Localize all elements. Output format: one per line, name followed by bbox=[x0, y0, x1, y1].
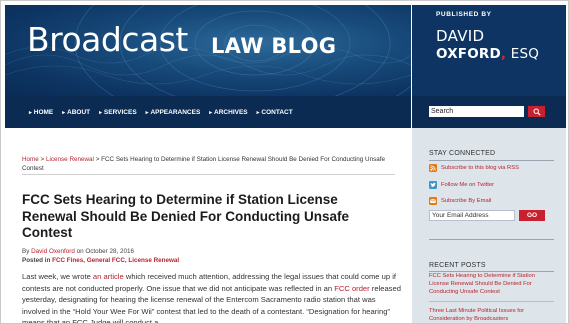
breadcrumb-separator: > bbox=[38, 156, 46, 163]
breadcrumb-home[interactable]: Home bbox=[22, 156, 39, 163]
author-panel: PUBLISHED BY DAVID OXFORD, ESQ bbox=[412, 5, 566, 96]
search-icon bbox=[533, 108, 541, 116]
twitter-follow-link[interactable]: Follow Me on Twitter bbox=[429, 181, 494, 189]
twitter-label: Follow Me on Twitter bbox=[441, 182, 495, 188]
recent-post-link[interactable]: FCC Sets Hearing to Determine if Station… bbox=[429, 273, 552, 296]
article-link[interactable]: an article bbox=[93, 272, 124, 281]
breadcrumb: Home > License Renewal > FCC Sets Hearin… bbox=[22, 156, 392, 173]
email-sub-label: Subscribe By Email bbox=[441, 198, 492, 204]
rss-icon bbox=[429, 164, 437, 172]
body-text: Last week, we wrote bbox=[22, 272, 93, 281]
sidebar-divider bbox=[429, 301, 554, 302]
main-nav: HOME ABOUT SERVICES APPEARANCES ARCHIVES… bbox=[5, 96, 411, 128]
site-banner[interactable]: Broadcast LAW BLOG bbox=[5, 5, 411, 96]
byline-prefix: By bbox=[22, 248, 32, 255]
published-by-label: PUBLISHED BY bbox=[436, 11, 492, 18]
posted-in-label: Posted in bbox=[22, 257, 53, 264]
search-button[interactable] bbox=[528, 106, 545, 117]
rss-subscribe-link[interactable]: Subscribe to this blog via RSS bbox=[429, 164, 519, 172]
email-field[interactable]: Your Email Address bbox=[429, 210, 515, 221]
nav-contact[interactable]: CONTACT bbox=[257, 109, 292, 116]
main-content: Home > License Renewal > FCC Sets Hearin… bbox=[5, 128, 411, 323]
post-body: Last week, we wrote an article which rec… bbox=[22, 271, 402, 323]
author-first-name: DAVID bbox=[436, 27, 485, 45]
logo-law-blog: LAW BLOG bbox=[211, 34, 337, 58]
recent-posts-heading: RECENT POSTS bbox=[429, 262, 486, 269]
nav-services[interactable]: SERVICES bbox=[99, 109, 137, 116]
sidebar: STAY CONNECTED Subscribe to this blog vi… bbox=[412, 128, 566, 323]
nav-about[interactable]: ABOUT bbox=[62, 109, 90, 116]
stay-connected-heading: STAY CONNECTED bbox=[429, 150, 496, 157]
nav-appearances[interactable]: APPEARANCES bbox=[146, 109, 200, 116]
category-links[interactable]: FCC Fines, General FCC, License Renewal bbox=[52, 257, 179, 264]
post-byline: By David Oxenford on October 28, 2016 bbox=[22, 248, 134, 255]
nav-home[interactable]: HOME bbox=[29, 109, 54, 116]
fcc-order-link[interactable]: FCC order bbox=[334, 284, 369, 293]
sidebar-divider bbox=[429, 160, 554, 161]
nav-archives[interactable]: ARCHIVES bbox=[209, 109, 248, 116]
post-title: FCC Sets Hearing to Determine if Station… bbox=[22, 192, 350, 240]
post-categories: Posted in FCC Fines, General FCC, Licens… bbox=[22, 257, 179, 264]
search-input[interactable]: Search bbox=[429, 106, 524, 117]
sidebar-divider bbox=[429, 239, 554, 240]
post-date: on October 28, 2016 bbox=[74, 248, 135, 255]
rss-label: Subscribe to this blog via RSS bbox=[441, 165, 519, 171]
email-icon bbox=[429, 197, 437, 205]
twitter-icon bbox=[429, 181, 437, 189]
email-subscribe-label: Subscribe By Email bbox=[429, 197, 491, 205]
author-last-name: OXFORD, ESQ bbox=[436, 46, 539, 62]
recent-post-link[interactable]: Three Last Minute Political Issues for C… bbox=[429, 308, 552, 323]
sidebar-divider bbox=[429, 271, 554, 272]
divider bbox=[22, 174, 395, 175]
author-link[interactable]: David Oxenford bbox=[31, 248, 75, 255]
author-surname: OXFORD bbox=[436, 46, 501, 62]
browser-page: Broadcast LAW BLOG PUBLISHED BY DAVID OX… bbox=[0, 0, 569, 324]
author-suffix: ESQ bbox=[506, 46, 540, 62]
breadcrumb-category[interactable]: License Renewal bbox=[46, 156, 94, 163]
search-bar: Search bbox=[412, 96, 566, 128]
logo-broadcast: Broadcast bbox=[27, 20, 188, 59]
go-button[interactable]: GO bbox=[519, 210, 545, 221]
